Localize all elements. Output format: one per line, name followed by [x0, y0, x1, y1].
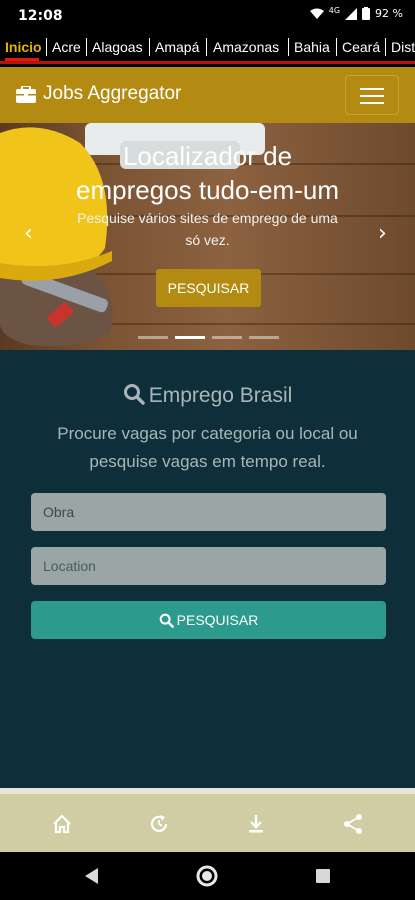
tab-divider — [46, 38, 47, 56]
tab-ceara[interactable]: Ceará — [342, 39, 380, 55]
tab-acre[interactable]: Acre — [52, 39, 81, 55]
signal-icon — [345, 7, 358, 20]
location-input[interactable] — [31, 547, 386, 585]
tab-divider — [206, 38, 207, 56]
battery-icon — [362, 7, 371, 20]
search-title: Emprego Brasil — [148, 384, 293, 407]
hero-title-line2: empregos tudo-em-um — [76, 175, 339, 205]
search-icon — [159, 613, 174, 628]
hero-title-line1: Localizador de — [122, 141, 293, 171]
tab-distrito-federal[interactable]: Dist — [391, 39, 415, 55]
tab-divider — [385, 38, 386, 56]
hamburger-menu-icon[interactable] — [345, 75, 399, 115]
home-icon[interactable] — [51, 813, 73, 835]
tab-inicio[interactable]: Inicio — [5, 39, 42, 55]
hero-search-button[interactable]: PESQUISAR — [156, 269, 261, 307]
share-icon[interactable] — [342, 813, 364, 835]
app-header: Jobs Aggregator — [0, 67, 415, 123]
hero-carousel: Localizador de empregos tudo-em-um Pesqu… — [0, 123, 415, 350]
carousel-indicator[interactable] — [212, 336, 242, 339]
download-icon[interactable] — [245, 813, 267, 835]
job-keyword-input[interactable] — [31, 493, 386, 531]
carousel-next-icon[interactable]: › — [378, 221, 387, 246]
carousel-indicator-active[interactable] — [175, 336, 205, 339]
battery-level: 92 % — [375, 7, 403, 20]
briefcase-icon — [16, 85, 36, 103]
tab-amapa[interactable]: Amapá — [155, 39, 199, 55]
back-icon[interactable] — [85, 868, 99, 884]
tab-divider — [288, 38, 289, 56]
search-section: Emprego Brasil Procure vagas por categor… — [0, 350, 415, 788]
status-bar: 12:08 4G 92 % — [0, 0, 415, 32]
bottom-nav — [0, 794, 415, 852]
search-heading: Emprego Brasil — [0, 383, 415, 408]
search-submit-button[interactable]: PESQUISAR — [31, 601, 386, 639]
refresh-icon[interactable] — [148, 813, 170, 835]
app-title: Jobs Aggregator — [43, 83, 182, 104]
search-description: Procure vagas por categoria ou local ou … — [20, 420, 395, 476]
hero-subtitle-line1: Pesquise vários sites de emprego de uma — [77, 210, 338, 226]
active-tab-indicator — [5, 58, 39, 61]
carousel-indicator[interactable] — [249, 336, 279, 339]
search-desc-line2: pesquise vagas em tempo real. — [89, 452, 326, 471]
search-submit-label: PESQUISAR — [176, 612, 259, 628]
brand-link[interactable]: Jobs Aggregator — [16, 83, 181, 105]
status-icons: 4G 92 % — [309, 6, 403, 20]
tab-bahia[interactable]: Bahia — [294, 39, 330, 55]
network-type: 4G — [328, 6, 341, 15]
tab-divider — [336, 38, 337, 56]
search-desc-line1: Procure vagas por categoria ou local ou — [57, 424, 358, 443]
recents-icon[interactable] — [316, 869, 330, 883]
carousel-indicator[interactable] — [138, 336, 168, 339]
tab-amazonas[interactable]: Amazonas — [213, 39, 279, 55]
wifi-icon — [309, 8, 324, 19]
search-icon — [123, 384, 145, 405]
hero-subtitle-line2: só vez. — [185, 232, 230, 248]
status-time: 12:08 — [18, 8, 63, 24]
tab-divider — [149, 38, 150, 56]
carousel-prev-icon[interactable]: ‹ — [24, 221, 33, 246]
system-nav-bar — [0, 852, 415, 900]
state-tabs: Inicio Acre Alagoas Amapá Amazonas Bahia… — [0, 32, 415, 64]
home-button-icon[interactable] — [195, 864, 219, 888]
tab-divider — [86, 38, 87, 56]
tab-alagoas[interactable]: Alagoas — [92, 39, 143, 55]
